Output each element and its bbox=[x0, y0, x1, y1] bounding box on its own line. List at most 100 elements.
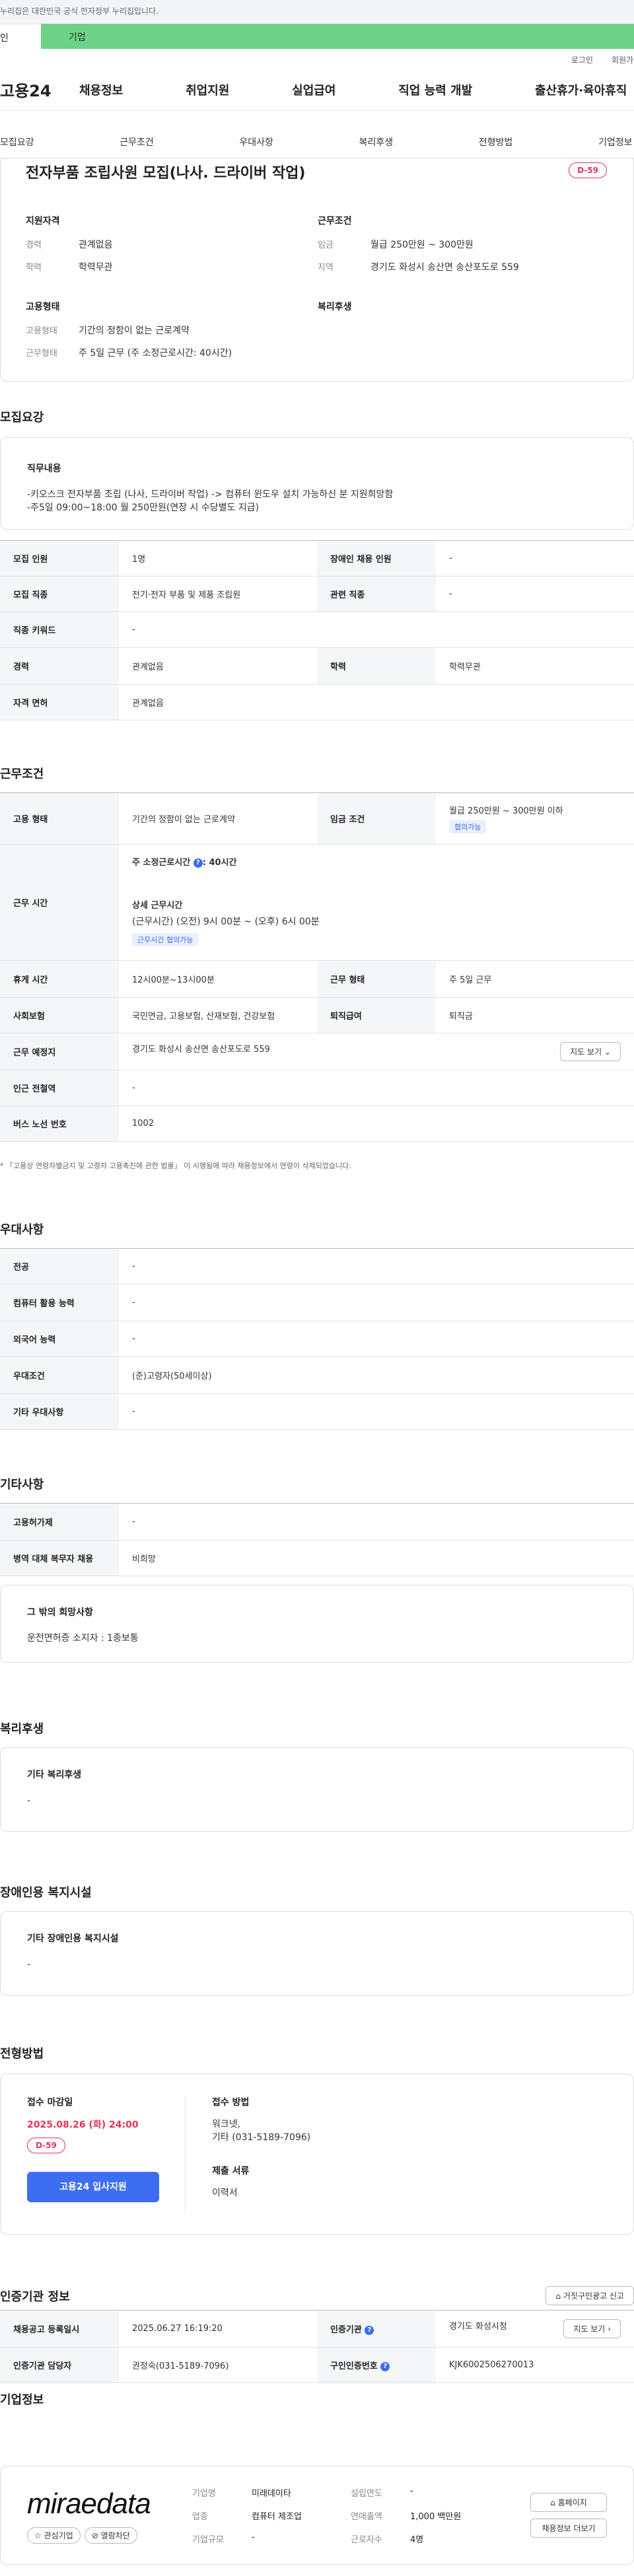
row-label: 채용공고 등록일시 bbox=[0, 2310, 119, 2348]
pref-section: 우대사항 bbox=[0, 1220, 634, 1237]
info-icon[interactable]: ? bbox=[193, 858, 203, 868]
gnb-jobs[interactable]: 채용정보 bbox=[79, 81, 123, 98]
fav-label: 관심기업 bbox=[44, 2530, 73, 2540]
block-icon: ⊘ bbox=[91, 2530, 98, 2540]
gnb-parental-leave[interactable]: 출산휴가·육아휴직 bbox=[535, 81, 634, 98]
table-row: 우대조건 (준)고령자(50세이상) bbox=[0, 1356, 634, 1394]
process-box: 접수 마감일 2025.08.26 (화) 24:00 D-59 고용24 입사… bbox=[0, 2073, 634, 2235]
cert-map-button[interactable]: 지도 보기 › bbox=[563, 2319, 621, 2338]
org-cell: 경기도 화성시청 지도 보기 › bbox=[436, 2310, 634, 2348]
table-row: 모집 직종 전기·전자 부품 및 제품 조립원 관련 직종 - bbox=[0, 576, 634, 612]
info-label: 기업규모 bbox=[192, 2534, 224, 2545]
favorite-company-button[interactable]: ☆ 관심기업 bbox=[27, 2526, 81, 2544]
work-heading: 근무조건 bbox=[318, 216, 352, 226]
method-title: 접수 방법 bbox=[212, 2097, 250, 2108]
qual-heading: 지원자격 bbox=[26, 216, 60, 226]
row-label: 모집 인원 bbox=[0, 540, 119, 576]
table-row: 고용허가제 - bbox=[0, 1503, 634, 1541]
tab-process[interactable]: 전형방법 bbox=[479, 135, 513, 149]
row-label: 관련 직종 bbox=[317, 576, 436, 612]
gov-notice: 누리집은 대한민국 공식 전자정부 누리집입니다. bbox=[0, 0, 634, 24]
facility-box: 기타 장애인용 복지시설 - bbox=[0, 1911, 634, 1996]
negotiable-chip: 협의가능 bbox=[449, 820, 487, 833]
gnb-employment-support[interactable]: 취업지원 bbox=[186, 81, 229, 98]
row-label: 고용 형태 bbox=[0, 792, 119, 845]
info-label: 기업명 bbox=[192, 2488, 216, 2499]
etc-section: 기타사항 bbox=[0, 1475, 634, 1492]
row-label: 병역 대체 복무자 채용 bbox=[0, 1540, 119, 1576]
row-label: 외국어 능력 bbox=[0, 1321, 119, 1357]
report-fake-ad-button[interactable]: ⌂ 거짓구인광고 신고 bbox=[546, 2286, 634, 2305]
row-label: 기타 우대사항 bbox=[0, 1393, 119, 1430]
work-section: 근무조건 bbox=[0, 765, 634, 782]
more-jobs-button[interactable]: 채용정보 더보기 bbox=[530, 2519, 607, 2538]
welfare-section-heading: 복리후생 bbox=[0, 1722, 44, 1736]
tab-recruit[interactable]: 모집요강 bbox=[0, 135, 34, 149]
row-value: 퇴직금 bbox=[436, 997, 634, 1033]
table-row: 전공 - bbox=[0, 1248, 634, 1284]
info-icon[interactable]: ? bbox=[380, 2361, 390, 2371]
etc-heading: 기타사항 bbox=[0, 1478, 44, 1492]
deadline-date: 2025.08.26 (화) 24:00 bbox=[27, 2120, 139, 2130]
tab-welfare[interactable]: 복리후생 bbox=[359, 135, 394, 149]
login-link[interactable]: 로그인 bbox=[571, 54, 593, 69]
global-nav: 고용24 채용정보 취업지원 실업급여 직업 능력 개발 출산휴가·육아휴직 bbox=[0, 69, 634, 111]
row-label: 경력 bbox=[0, 647, 119, 685]
docs-title: 제출 서류 bbox=[212, 2166, 250, 2176]
row-value: 경기도 화성시 송산면 송산포도로 559 bbox=[132, 1045, 270, 1055]
row-label: 인근 전철역 bbox=[0, 1070, 119, 1106]
info-icon[interactable]: ? bbox=[365, 2325, 374, 2335]
site-logo[interactable]: 고용24 bbox=[0, 78, 79, 101]
gnb-vocational-training[interactable]: 직업 능력 개발 bbox=[398, 81, 472, 98]
num-label: 구인인증번호 bbox=[330, 2361, 378, 2371]
row-label: 구인인증번호 ? bbox=[317, 2347, 436, 2383]
table-row: 기타 우대사항 - bbox=[0, 1393, 634, 1430]
dday-badge: D-59 bbox=[569, 162, 607, 178]
tab-preferences[interactable]: 우대사항 bbox=[239, 135, 273, 149]
emp-label: 근무형태 bbox=[26, 349, 57, 359]
pref-table: 전공 - 컴퓨터 활용 능력 - 외국어 능력 - 우대조건 (준)고령자(50세이상)… bbox=[0, 1248, 634, 1430]
age-note-text: * 「고용상 연령차별금지 및 고령자 고용촉진에 관한 법률」 이 시행됨에 … bbox=[0, 1162, 351, 1170]
report-button-label: 거짓구인광고 신고 bbox=[563, 2291, 624, 2301]
tab-company[interactable]: 기업정보 bbox=[598, 135, 634, 149]
info-value: - bbox=[410, 2486, 413, 2496]
process-heading: 전형방법 bbox=[0, 2047, 44, 2061]
table-row: 근무 시간 주 소정근로시간 ?: 40시간 상세 근무시간 (근무시간) (오… bbox=[0, 844, 634, 961]
table-row: 외국어 능력 - bbox=[0, 1321, 634, 1357]
emp-value: 기간의 정함이 없는 근로계약 bbox=[79, 326, 190, 336]
home-icon: ⌂ bbox=[550, 2498, 555, 2507]
homepage-button[interactable]: ⌂ 홈페이지 bbox=[530, 2493, 607, 2512]
row-value: - bbox=[436, 576, 634, 612]
row-value: 비희망 bbox=[119, 1540, 634, 1576]
hours-std-label: 주 소정근로시간 bbox=[132, 858, 191, 868]
home-icon: ⌂ bbox=[555, 2291, 561, 2301]
tab-company[interactable]: 기업 bbox=[41, 24, 634, 49]
work-value: 월급 250만원 ~ 300만원 bbox=[370, 240, 474, 250]
map-button[interactable]: 지도 보기 ⌄ bbox=[560, 1042, 621, 1061]
tab-work-conditions[interactable]: 근무조건 bbox=[120, 135, 154, 149]
join-link[interactable]: 회원가입 bbox=[612, 54, 634, 69]
table-row: 자격 면허 관계없음 bbox=[0, 684, 634, 720]
method-line: 워크넷, bbox=[212, 2119, 241, 2130]
facility-heading: 장애인용 복지시설 bbox=[0, 1886, 92, 1900]
block-company-button[interactable]: ⊘ 열람차단 bbox=[84, 2526, 137, 2544]
company-info: 기업명 미래데이타 설립연도 - 업종 컴퓨터 제조업 연매출액 1,000 백만원 기… bbox=[192, 2486, 530, 2545]
table-row: 사회보험 국민연금, 고용보험, 산재보험, 건강보험 퇴직급여 퇴직금 bbox=[0, 997, 634, 1033]
qual-value: 관계없음 bbox=[79, 240, 113, 250]
row-value: 관계없음 bbox=[119, 684, 634, 720]
job-title: 전자부품 조립사원 모집(나사. 드라이버 작업) bbox=[26, 165, 306, 182]
cert-map-label: 지도 보기 bbox=[573, 2324, 606, 2334]
info-value: - bbox=[252, 2532, 255, 2542]
gov-banner: 누리집은 대한민국 공식 전자정부 누리집입니다. bbox=[0, 0, 634, 24]
row-label: 근무 형태 bbox=[317, 960, 436, 998]
star-icon: ☆ bbox=[34, 2530, 42, 2540]
row-label: 컴퓨터 활용 능력 bbox=[0, 1284, 119, 1321]
row-label: 자격 면허 bbox=[0, 684, 119, 720]
apply-button[interactable]: 고용24 입사지원 bbox=[27, 2172, 159, 2202]
tab-personal[interactable]: 인 bbox=[0, 24, 41, 49]
qual-label: 경력 bbox=[26, 240, 42, 250]
row-label: 장애인 채용 인원 bbox=[317, 540, 436, 576]
row-value: 관계없음 bbox=[119, 647, 317, 685]
gnb-unemployment-benefit[interactable]: 실업급여 bbox=[292, 81, 335, 98]
company-card: miraedata ☆ 관심기업 ⊘ 열람차단 기업명 미래데이타 설립연도 - 업… bbox=[0, 2466, 634, 2565]
